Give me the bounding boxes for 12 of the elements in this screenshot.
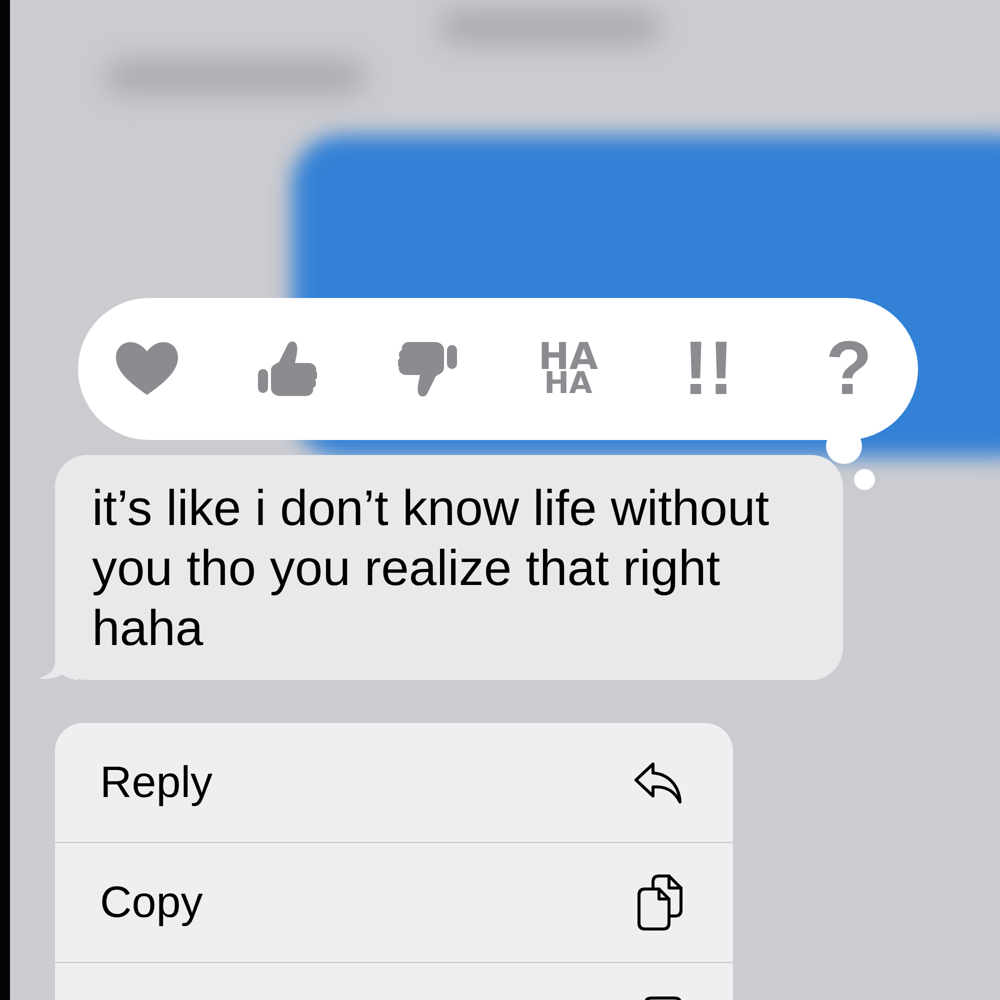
thumbs-up-icon [257,339,318,399]
reply-icon [633,760,683,804]
menu-item[interactable]: Copy [55,842,733,962]
reaction-button[interactable]: !! [672,327,745,411]
menu-item[interactable]: Reply [55,723,733,842]
copy-icon [637,874,683,931]
thought-dot [854,469,875,490]
reaction-button[interactable]: ? [812,327,885,411]
thumbs-down-icon [398,339,458,399]
reaction-button[interactable]: HA HA [532,327,604,411]
heart-icon [116,342,178,396]
message-text: it’s like i don’t know life without you tho you realize that right haha [92,479,770,658]
